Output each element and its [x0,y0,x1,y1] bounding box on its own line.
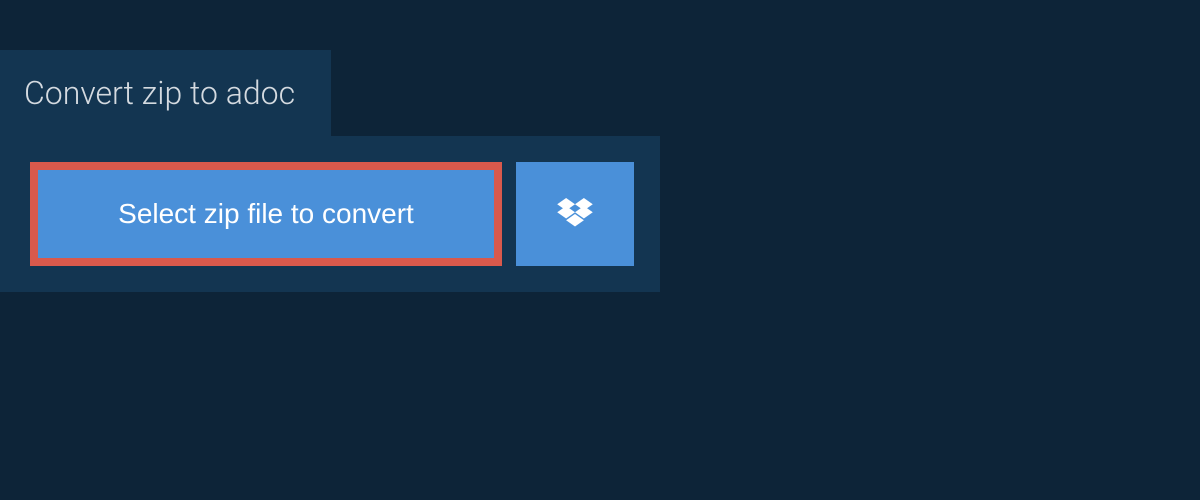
tab-header: Convert zip to adoc [0,50,331,136]
tab-title: Convert zip to adoc [24,74,295,112]
content-panel: Select zip file to convert [0,136,660,292]
select-file-button[interactable]: Select zip file to convert [30,162,502,266]
dropbox-button[interactable] [516,162,634,266]
dropbox-icon [557,198,593,230]
select-file-label: Select zip file to convert [118,198,414,230]
